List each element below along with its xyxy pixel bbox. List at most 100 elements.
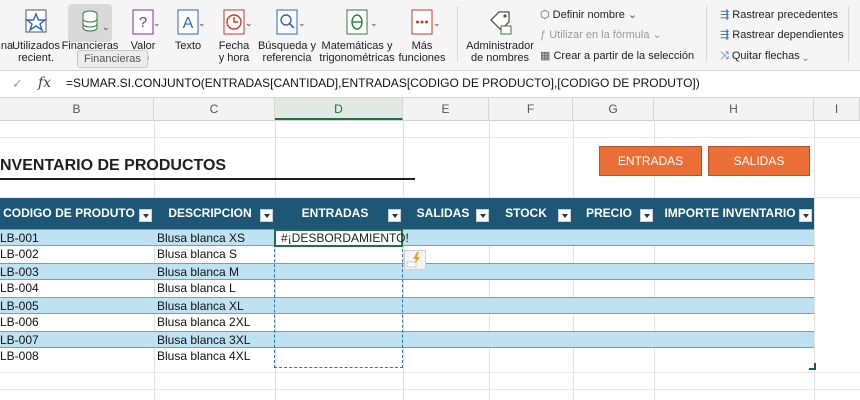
filter-dropdown-icon[interactable]: [388, 209, 401, 222]
more-functions-button[interactable]: ⌄ Más funciones: [396, 0, 448, 70]
confirm-icon[interactable]: ✓: [12, 76, 23, 92]
formula-icon: ƒ: [540, 29, 547, 41]
cell-description[interactable]: Blusa blanca 3XL: [157, 332, 250, 349]
date-time-button[interactable]: ⌄ Fecha y hora: [212, 0, 256, 70]
column-headers: B C D E F G H I: [0, 98, 860, 121]
table-row: LB-008 Blusa blanca 4XL: [0, 348, 814, 365]
cell-description[interactable]: Blusa blanca 4XL: [157, 348, 250, 365]
table-resize-handle[interactable]: [809, 363, 816, 370]
column-header-b[interactable]: B: [0, 98, 154, 120]
trace-precedents-button[interactable]: ⇶ Rastrear precedentes: [720, 8, 838, 22]
filter-dropdown-icon[interactable]: [558, 209, 571, 222]
define-name-button[interactable]: ⬡ Definir nombre ⌄: [540, 8, 637, 22]
active-cell[interactable]: #¡DESBORDAMIENTO!: [274, 229, 409, 247]
cell-code[interactable]: LB-003: [0, 264, 39, 281]
cell-description[interactable]: Blusa blanca 2XL: [157, 314, 250, 331]
magnifier-icon: [276, 9, 298, 35]
tag-icon: [490, 11, 512, 35]
spill-range-border: [274, 229, 403, 368]
column-header-c[interactable]: C: [154, 98, 275, 120]
filter-dropdown-icon[interactable]: [476, 209, 489, 222]
cell-code[interactable]: LB-008: [0, 348, 39, 365]
trace-dependents-icon: ⇶: [720, 29, 730, 41]
formula-input[interactable]: =SUMAR.SI.CONJUNTO(ENTRADAS[CANTIDAD],EN…: [66, 76, 700, 90]
table-row: LB-007 Blusa blanca 3XL: [0, 331, 814, 348]
cell-description[interactable]: Blusa blanca S: [157, 246, 237, 263]
filter-dropdown-icon[interactable]: [799, 209, 812, 222]
ribbon: na Utilizados recient. ⌄ Financieras ? ⌄…: [0, 0, 860, 70]
chevron-down-icon: ⌄: [370, 18, 378, 28]
header-codigo: CODIGO DE PRODUTO: [3, 206, 135, 220]
header-stock: STOCK: [505, 206, 547, 220]
cell-code[interactable]: LB-006: [0, 314, 39, 331]
header-entradas: ENTRADAS: [301, 206, 369, 220]
grid-line: [0, 372, 860, 373]
column-header-i[interactable]: I: [814, 98, 860, 120]
table-row: LB-006 Blusa blanca 2XL: [0, 314, 814, 331]
cell-code[interactable]: LB-004: [0, 280, 39, 297]
use-in-formula-button[interactable]: ƒ Utilizar en la fórmula ⌄: [540, 28, 662, 42]
entradas-button[interactable]: ENTRADAS: [599, 146, 702, 176]
header-salidas: SALIDAS: [416, 206, 470, 220]
column-header-f[interactable]: F: [489, 98, 573, 120]
error-options-icon[interactable]: [404, 250, 426, 270]
column-header-e[interactable]: E: [403, 98, 489, 120]
chevron-down-icon: ⌄: [627, 9, 638, 21]
math-trig-button[interactable]: ⌄ Matemáticas y trigonométricas: [318, 0, 396, 70]
tag-icon: ⬡: [540, 9, 550, 21]
clock-icon: [223, 9, 245, 35]
filter-dropdown-icon[interactable]: [260, 209, 273, 222]
svg-text:?: ?: [139, 14, 147, 31]
header-importe: IMPORTE INVENTARIO: [664, 206, 796, 220]
title-underline: [0, 178, 415, 180]
ribbon-separator: [457, 6, 458, 62]
sheet-title: NVENTARIO DE PRODUCTOS: [0, 157, 227, 174]
chevron-down-icon: ⌄: [245, 18, 253, 28]
table-row: LB-005 Blusa blanca XL: [0, 297, 814, 314]
remove-arrows-icon: ⤨: [720, 50, 729, 62]
tooltip: Financieras: [77, 50, 148, 68]
grid-icon: ▦: [540, 50, 551, 62]
star-icon: [25, 9, 47, 33]
filter-dropdown-icon[interactable]: [640, 209, 653, 222]
table-header: CODIGO DE PRODUTO DESCRIPCION ENTRADAS S…: [0, 198, 814, 229]
insert-function-button[interactable]: fx: [38, 75, 51, 91]
cell-description[interactable]: Blusa blanca XL: [157, 298, 244, 315]
lookup-reference-button[interactable]: ⌄ Búsqueda y referencia: [256, 0, 318, 70]
salidas-button[interactable]: SALIDAS: [708, 146, 810, 176]
grid-line: [0, 137, 860, 138]
filter-dropdown-icon[interactable]: [139, 209, 152, 222]
cell-description[interactable]: Blusa blanca L: [157, 280, 236, 297]
cell-code[interactable]: LB-001: [0, 230, 39, 247]
chevron-down-icon: ⌄: [652, 29, 662, 41]
cell-code[interactable]: LB-005: [0, 298, 39, 315]
column-header-d[interactable]: D: [275, 98, 403, 120]
cell-code[interactable]: LB-002: [0, 246, 39, 263]
create-from-selection-button[interactable]: ▦ Crear a partir de la selección: [540, 49, 694, 63]
remove-arrows-button[interactable]: ⤨ Quitar flechas ⌄: [720, 49, 808, 63]
recently-used-button[interactable]: Utilizados recient.: [10, 0, 62, 70]
name-manager-button[interactable]: Administrador de nombres: [464, 0, 536, 70]
trace-dependents-button[interactable]: ⇶ Rastrear dependientes: [720, 28, 844, 42]
cell-code[interactable]: LB-007: [0, 332, 39, 349]
column-header-g[interactable]: G: [573, 98, 654, 120]
chevron-down-icon: ⌄: [802, 50, 809, 62]
ribbon-separator: [706, 6, 707, 62]
svg-text:A: A: [183, 15, 194, 32]
theta-icon: [346, 9, 368, 35]
cell-description[interactable]: Blusa blanca XS: [157, 230, 245, 247]
formula-bar: ✓ fx =SUMAR.SI.CONJUNTO(ENTRADAS[CANTIDA…: [0, 70, 860, 98]
chevron-down-icon: ⌄: [298, 18, 306, 28]
chevron-down-icon: ⌄: [433, 18, 441, 28]
table-row: LB-004 Blusa blanca L: [0, 280, 814, 297]
trace-precedents-icon: ⇶: [720, 9, 730, 21]
more-functions-icon: [411, 9, 433, 35]
text-button[interactable]: A ⌄ Texto: [166, 0, 210, 70]
chevron-down-icon: ⌄: [153, 18, 161, 28]
cell-description[interactable]: Blusa blanca M: [157, 264, 239, 281]
lightning-icon: [406, 252, 420, 268]
header-precio: PRECIO: [585, 206, 632, 220]
header-descripcion: DESCRIPCION: [168, 206, 252, 220]
ribbon-separator: [848, 6, 849, 62]
column-header-h[interactable]: H: [654, 98, 814, 120]
